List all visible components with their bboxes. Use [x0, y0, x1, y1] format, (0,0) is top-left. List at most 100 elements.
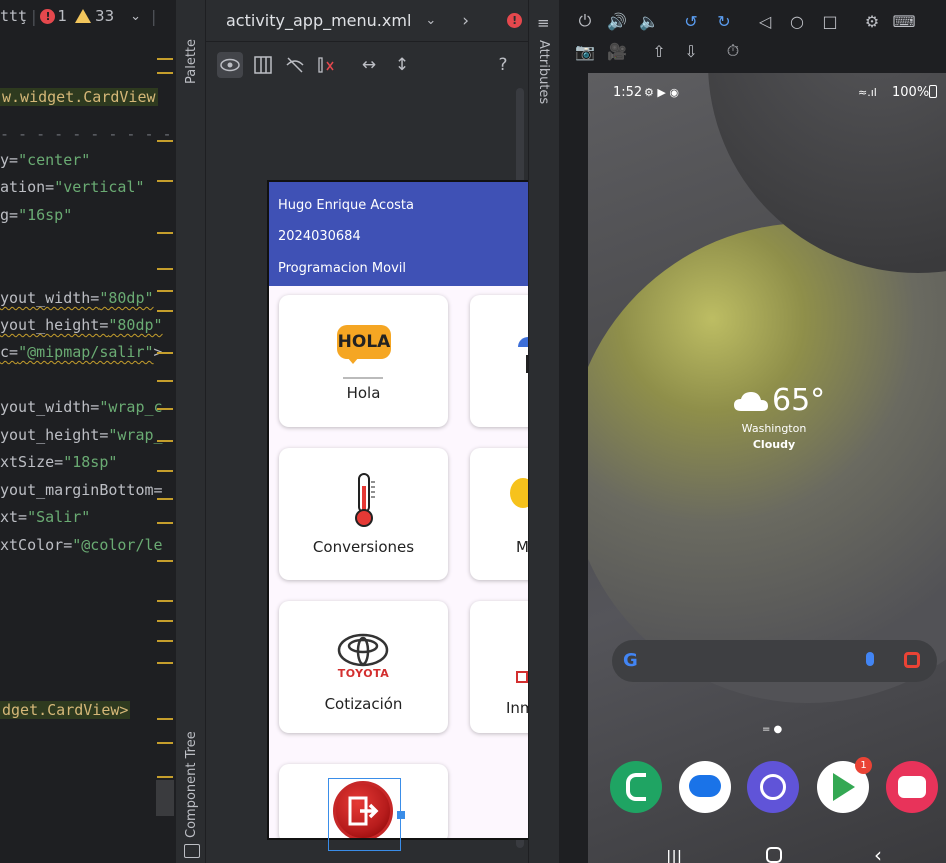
- timer-icon[interactable]: ⏱: [721, 39, 745, 63]
- page-indicator: = ●: [762, 724, 783, 735]
- rotate-right-icon[interactable]: ↻: [712, 9, 736, 33]
- gutter-warning-mark[interactable]: [157, 310, 173, 312]
- code-line: ation="vertical": [0, 177, 145, 197]
- google-icon: G: [623, 650, 638, 671]
- keyboard-icon[interactable]: ⌨: [892, 9, 916, 33]
- component-tree-icon[interactable]: [184, 844, 200, 858]
- gutter-warning-mark[interactable]: [157, 662, 173, 664]
- overview-icon[interactable]: □: [818, 9, 842, 33]
- warning-icon[interactable]: [75, 9, 92, 23]
- volume-down-icon[interactable]: 🔈: [637, 9, 661, 33]
- phone-app-icon[interactable]: [610, 761, 662, 813]
- nav-back-icon[interactable]: ‹: [874, 843, 882, 863]
- gutter-warning-mark[interactable]: [157, 408, 173, 410]
- component-tree-tab[interactable]: Component Tree: [184, 730, 199, 838]
- gutter-warning-mark[interactable]: [157, 560, 173, 562]
- gutter-warning-mark[interactable]: [157, 352, 173, 354]
- design-toolbar: ↔ ↕ ?: [206, 43, 528, 85]
- internet-app-icon[interactable]: [747, 761, 799, 813]
- eye-icon[interactable]: [217, 52, 243, 78]
- card-conversiones[interactable]: Conversiones: [279, 448, 448, 580]
- weather-city[interactable]: Washington: [738, 422, 810, 435]
- clear-constraints-icon[interactable]: [314, 52, 340, 78]
- attributes-settings-icon[interactable]: ≡: [537, 14, 553, 32]
- gutter-warning-mark[interactable]: [157, 522, 173, 524]
- gutter-warning-mark[interactable]: [157, 58, 173, 60]
- play-store-icon[interactable]: 1: [817, 757, 872, 813]
- selection-outline[interactable]: [328, 778, 401, 851]
- gutter-warning-mark[interactable]: [157, 72, 173, 74]
- error-indicator-icon[interactable]: !: [507, 13, 523, 28]
- card-label: M: [516, 538, 528, 556]
- logo-fragment-icon: [516, 671, 528, 683]
- card-label: Conversiones: [312, 538, 415, 556]
- code-line: xtSize="18sp": [0, 452, 117, 472]
- palette-tab[interactable]: Palette: [184, 10, 199, 84]
- code-line: yout_height="80dp": [0, 315, 163, 335]
- battery-icon: [929, 85, 937, 98]
- gutter-warning-mark[interactable]: [157, 640, 173, 642]
- gutter-warning-mark[interactable]: [157, 268, 173, 270]
- weather-temp[interactable]: 65°: [772, 383, 825, 418]
- error-icon[interactable]: !: [40, 8, 56, 24]
- chevron-right-icon[interactable]: ›: [462, 11, 469, 31]
- device-settings-icon[interactable]: ⚙: [860, 9, 884, 33]
- rotate-left-icon[interactable]: ↺: [679, 9, 703, 33]
- resize-handle[interactable]: [397, 811, 405, 819]
- status-time: 1:52: [613, 85, 643, 100]
- emoji-icon: [510, 478, 528, 508]
- recents-icon[interactable]: |||: [666, 847, 682, 863]
- card-cotizacion[interactable]: TOYOTA Cotización: [279, 601, 448, 733]
- card-partial[interactable]: [470, 295, 528, 427]
- toyota-logo-icon: [337, 633, 389, 667]
- device-preview[interactable]: Hugo Enrique Acosta 2024030684 Programac…: [267, 180, 528, 840]
- download-icon[interactable]: ⇩: [679, 39, 703, 63]
- attributes-tab[interactable]: Attributes: [536, 40, 551, 110]
- gutter-warning-mark[interactable]: [157, 470, 173, 472]
- card-partial-m[interactable]: M: [470, 448, 528, 580]
- gutter-warning-mark[interactable]: [157, 180, 173, 182]
- back-icon[interactable]: ◁: [753, 9, 777, 33]
- editor-scroll-thumb[interactable]: [156, 780, 174, 816]
- card-partial-inm[interactable]: Inm: [470, 601, 528, 733]
- gutter-warning-mark[interactable]: [157, 232, 173, 234]
- expand-horizontal-icon[interactable]: ↔: [356, 52, 382, 78]
- lens-icon[interactable]: [904, 652, 920, 668]
- gutter-warning-mark[interactable]: [157, 600, 173, 602]
- power-icon[interactable]: ⏻: [573, 9, 597, 33]
- gutter-warning-mark[interactable]: [157, 776, 173, 778]
- code-editor[interactable]: ttţ | ! 1 33 ⌄ | w.widget.CardView - - -…: [0, 0, 175, 863]
- mic-icon[interactable]: [866, 652, 874, 666]
- blueprint-icon[interactable]: [250, 52, 276, 78]
- nav-home-icon[interactable]: [766, 847, 782, 863]
- google-search-bar[interactable]: G: [612, 640, 937, 682]
- messages-app-icon[interactable]: [679, 761, 731, 813]
- weather-condition[interactable]: Cloudy: [738, 438, 810, 451]
- student-id: 2024030684: [278, 229, 361, 244]
- gutter-warning-mark[interactable]: [157, 718, 173, 720]
- volume-up-icon[interactable]: 🔊: [605, 9, 629, 33]
- gutter-warning-mark[interactable]: [157, 440, 173, 442]
- gutter-warning-mark[interactable]: [157, 290, 173, 292]
- gutter-warning-mark[interactable]: [157, 380, 173, 382]
- phone-handset-glyph: [626, 773, 646, 801]
- home-icon[interactable]: ○: [785, 9, 809, 33]
- camera-app-icon[interactable]: [886, 761, 938, 813]
- screen-record-icon[interactable]: 🎥: [605, 39, 629, 63]
- attr: yout_marginBottom=: [0, 481, 163, 499]
- chevron-down-icon[interactable]: ⌄: [130, 9, 141, 24]
- gutter-warning-mark[interactable]: [157, 620, 173, 622]
- help-button[interactable]: ?: [490, 52, 516, 78]
- file-tab[interactable]: activity_app_menu.xml: [226, 11, 411, 30]
- expand-vertical-icon[interactable]: ↕: [389, 52, 415, 78]
- upload-icon[interactable]: ⇧: [647, 39, 671, 63]
- hide-constraints-icon[interactable]: [282, 52, 308, 78]
- gutter-warning-mark[interactable]: [157, 742, 173, 744]
- planet-glyph: [760, 774, 786, 800]
- gutter-warning-mark[interactable]: [157, 140, 173, 142]
- camera-icon[interactable]: 📷: [573, 39, 597, 63]
- chevron-down-icon[interactable]: ⌄: [425, 13, 436, 28]
- device-screen[interactable]: 1:52 ⚙ ▶ ◉ ≈.ıl 100% 65° Washington Clou…: [588, 73, 946, 863]
- gutter-warning-mark[interactable]: [157, 498, 173, 500]
- card-hola[interactable]: HOLA Hola: [279, 295, 448, 427]
